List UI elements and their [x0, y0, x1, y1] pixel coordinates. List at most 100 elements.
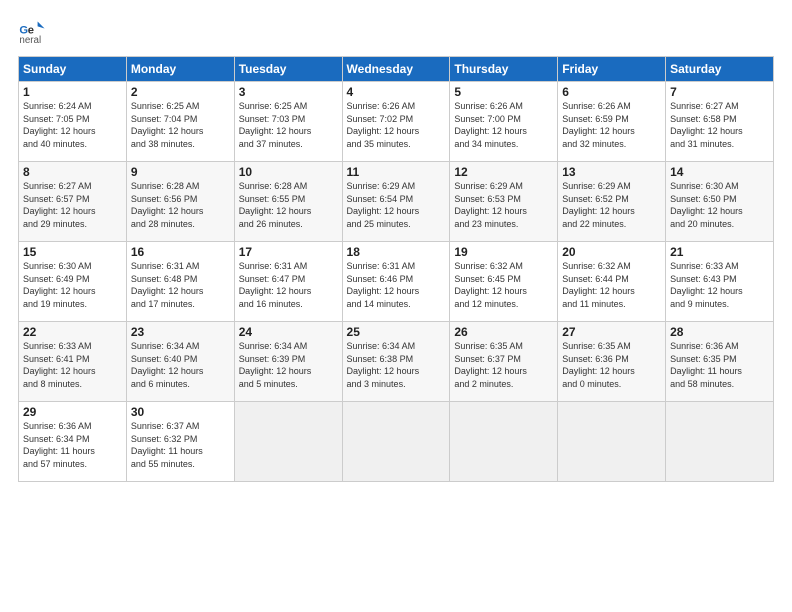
- day-cell: 6Sunrise: 6:26 AM Sunset: 6:59 PM Daylig…: [558, 82, 666, 162]
- day-cell: 21Sunrise: 6:33 AM Sunset: 6:43 PM Dayli…: [666, 242, 774, 322]
- day-cell: [450, 402, 558, 482]
- day-info: Sunrise: 6:35 AM Sunset: 6:37 PM Dayligh…: [454, 340, 553, 390]
- header-row: SundayMondayTuesdayWednesdayThursdayFrid…: [19, 57, 774, 82]
- day-info: Sunrise: 6:28 AM Sunset: 6:55 PM Dayligh…: [239, 180, 338, 230]
- week-row-3: 15Sunrise: 6:30 AM Sunset: 6:49 PM Dayli…: [19, 242, 774, 322]
- day-info: Sunrise: 6:33 AM Sunset: 6:41 PM Dayligh…: [23, 340, 122, 390]
- day-number: 1: [23, 85, 122, 99]
- day-info: Sunrise: 6:31 AM Sunset: 6:48 PM Dayligh…: [131, 260, 230, 310]
- day-number: 28: [670, 325, 769, 339]
- day-info: Sunrise: 6:31 AM Sunset: 6:46 PM Dayligh…: [347, 260, 446, 310]
- col-header-wednesday: Wednesday: [342, 57, 450, 82]
- day-number: 27: [562, 325, 661, 339]
- day-number: 15: [23, 245, 122, 259]
- day-info: Sunrise: 6:26 AM Sunset: 7:02 PM Dayligh…: [347, 100, 446, 150]
- day-cell: [558, 402, 666, 482]
- day-info: Sunrise: 6:36 AM Sunset: 6:35 PM Dayligh…: [670, 340, 769, 390]
- day-number: 25: [347, 325, 446, 339]
- day-info: Sunrise: 6:28 AM Sunset: 6:56 PM Dayligh…: [131, 180, 230, 230]
- day-number: 4: [347, 85, 446, 99]
- day-info: Sunrise: 6:26 AM Sunset: 6:59 PM Dayligh…: [562, 100, 661, 150]
- day-cell: 23Sunrise: 6:34 AM Sunset: 6:40 PM Dayli…: [126, 322, 234, 402]
- day-number: 5: [454, 85, 553, 99]
- day-info: Sunrise: 6:27 AM Sunset: 6:58 PM Dayligh…: [670, 100, 769, 150]
- col-header-monday: Monday: [126, 57, 234, 82]
- day-number: 22: [23, 325, 122, 339]
- col-header-thursday: Thursday: [450, 57, 558, 82]
- day-cell: 8Sunrise: 6:27 AM Sunset: 6:57 PM Daylig…: [19, 162, 127, 242]
- day-cell: 27Sunrise: 6:35 AM Sunset: 6:36 PM Dayli…: [558, 322, 666, 402]
- day-cell: 12Sunrise: 6:29 AM Sunset: 6:53 PM Dayli…: [450, 162, 558, 242]
- week-row-5: 29Sunrise: 6:36 AM Sunset: 6:34 PM Dayli…: [19, 402, 774, 482]
- day-info: Sunrise: 6:33 AM Sunset: 6:43 PM Dayligh…: [670, 260, 769, 310]
- day-info: Sunrise: 6:29 AM Sunset: 6:52 PM Dayligh…: [562, 180, 661, 230]
- day-cell: 30Sunrise: 6:37 AM Sunset: 6:32 PM Dayli…: [126, 402, 234, 482]
- day-info: Sunrise: 6:25 AM Sunset: 7:04 PM Dayligh…: [131, 100, 230, 150]
- week-row-4: 22Sunrise: 6:33 AM Sunset: 6:41 PM Dayli…: [19, 322, 774, 402]
- day-cell: 26Sunrise: 6:35 AM Sunset: 6:37 PM Dayli…: [450, 322, 558, 402]
- day-number: 6: [562, 85, 661, 99]
- col-header-saturday: Saturday: [666, 57, 774, 82]
- day-number: 10: [239, 165, 338, 179]
- day-info: Sunrise: 6:32 AM Sunset: 6:44 PM Dayligh…: [562, 260, 661, 310]
- day-number: 20: [562, 245, 661, 259]
- day-number: 2: [131, 85, 230, 99]
- col-header-friday: Friday: [558, 57, 666, 82]
- day-number: 17: [239, 245, 338, 259]
- day-cell: 19Sunrise: 6:32 AM Sunset: 6:45 PM Dayli…: [450, 242, 558, 322]
- week-row-2: 8Sunrise: 6:27 AM Sunset: 6:57 PM Daylig…: [19, 162, 774, 242]
- day-number: 11: [347, 165, 446, 179]
- day-cell: 20Sunrise: 6:32 AM Sunset: 6:44 PM Dayli…: [558, 242, 666, 322]
- day-number: 13: [562, 165, 661, 179]
- day-info: Sunrise: 6:26 AM Sunset: 7:00 PM Dayligh…: [454, 100, 553, 150]
- day-number: 29: [23, 405, 122, 419]
- day-cell: 25Sunrise: 6:34 AM Sunset: 6:38 PM Dayli…: [342, 322, 450, 402]
- day-number: 24: [239, 325, 338, 339]
- day-info: Sunrise: 6:34 AM Sunset: 6:38 PM Dayligh…: [347, 340, 446, 390]
- day-number: 14: [670, 165, 769, 179]
- day-cell: 2Sunrise: 6:25 AM Sunset: 7:04 PM Daylig…: [126, 82, 234, 162]
- day-number: 23: [131, 325, 230, 339]
- logo: G e neral: [18, 18, 50, 46]
- day-info: Sunrise: 6:30 AM Sunset: 6:49 PM Dayligh…: [23, 260, 122, 310]
- logo-icon: G e neral: [18, 18, 46, 46]
- day-info: Sunrise: 6:34 AM Sunset: 6:40 PM Dayligh…: [131, 340, 230, 390]
- day-number: 30: [131, 405, 230, 419]
- day-number: 7: [670, 85, 769, 99]
- day-info: Sunrise: 6:37 AM Sunset: 6:32 PM Dayligh…: [131, 420, 230, 470]
- day-info: Sunrise: 6:32 AM Sunset: 6:45 PM Dayligh…: [454, 260, 553, 310]
- day-cell: 15Sunrise: 6:30 AM Sunset: 6:49 PM Dayli…: [19, 242, 127, 322]
- svg-text:neral: neral: [19, 35, 41, 46]
- day-number: 18: [347, 245, 446, 259]
- day-cell: [234, 402, 342, 482]
- week-row-1: 1Sunrise: 6:24 AM Sunset: 7:05 PM Daylig…: [19, 82, 774, 162]
- day-info: Sunrise: 6:36 AM Sunset: 6:34 PM Dayligh…: [23, 420, 122, 470]
- col-header-sunday: Sunday: [19, 57, 127, 82]
- day-number: 3: [239, 85, 338, 99]
- day-info: Sunrise: 6:29 AM Sunset: 6:53 PM Dayligh…: [454, 180, 553, 230]
- day-cell: 5Sunrise: 6:26 AM Sunset: 7:00 PM Daylig…: [450, 82, 558, 162]
- header: G e neral: [18, 18, 774, 46]
- day-cell: 16Sunrise: 6:31 AM Sunset: 6:48 PM Dayli…: [126, 242, 234, 322]
- day-info: Sunrise: 6:25 AM Sunset: 7:03 PM Dayligh…: [239, 100, 338, 150]
- day-cell: 24Sunrise: 6:34 AM Sunset: 6:39 PM Dayli…: [234, 322, 342, 402]
- day-cell: 10Sunrise: 6:28 AM Sunset: 6:55 PM Dayli…: [234, 162, 342, 242]
- day-cell: 9Sunrise: 6:28 AM Sunset: 6:56 PM Daylig…: [126, 162, 234, 242]
- day-cell: 18Sunrise: 6:31 AM Sunset: 6:46 PM Dayli…: [342, 242, 450, 322]
- day-info: Sunrise: 6:24 AM Sunset: 7:05 PM Dayligh…: [23, 100, 122, 150]
- day-cell: 4Sunrise: 6:26 AM Sunset: 7:02 PM Daylig…: [342, 82, 450, 162]
- day-cell: [666, 402, 774, 482]
- calendar-page: G e neral SundayMondayTuesdayWednesdayTh…: [0, 0, 792, 612]
- day-cell: [342, 402, 450, 482]
- day-cell: 7Sunrise: 6:27 AM Sunset: 6:58 PM Daylig…: [666, 82, 774, 162]
- day-number: 19: [454, 245, 553, 259]
- day-cell: 1Sunrise: 6:24 AM Sunset: 7:05 PM Daylig…: [19, 82, 127, 162]
- day-number: 8: [23, 165, 122, 179]
- day-cell: 29Sunrise: 6:36 AM Sunset: 6:34 PM Dayli…: [19, 402, 127, 482]
- day-number: 16: [131, 245, 230, 259]
- day-number: 9: [131, 165, 230, 179]
- day-info: Sunrise: 6:27 AM Sunset: 6:57 PM Dayligh…: [23, 180, 122, 230]
- day-number: 12: [454, 165, 553, 179]
- col-header-tuesday: Tuesday: [234, 57, 342, 82]
- calendar-table: SundayMondayTuesdayWednesdayThursdayFrid…: [18, 56, 774, 482]
